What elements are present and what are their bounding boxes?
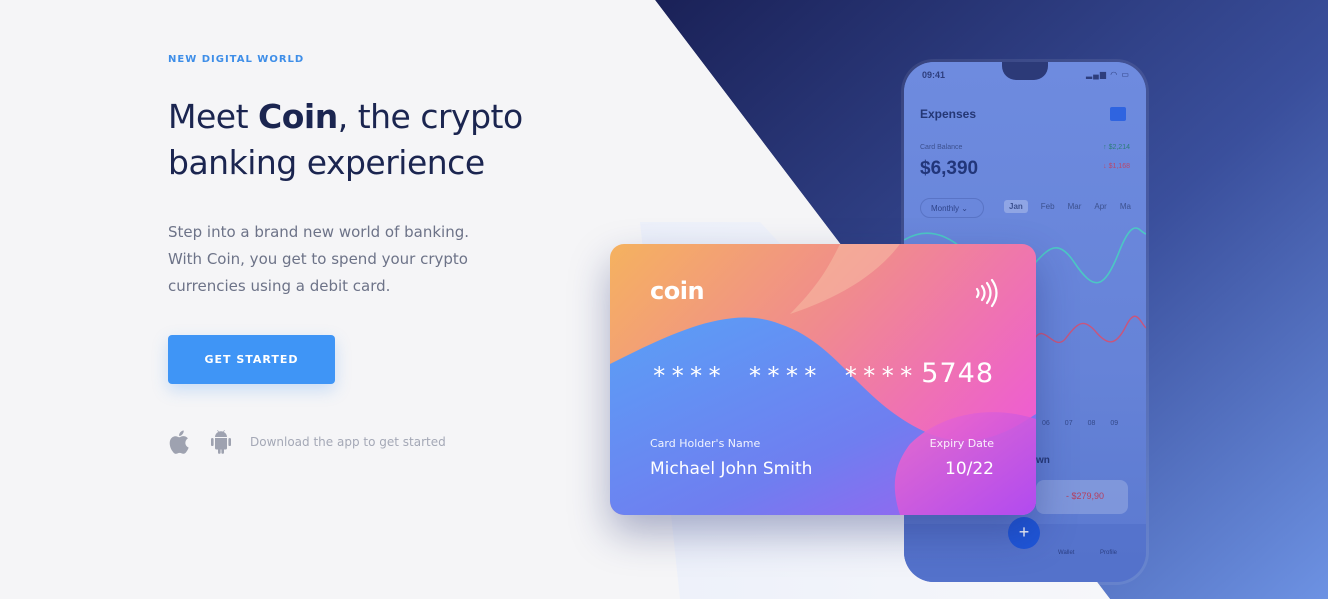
card-number-masked: **** **** **** bbox=[652, 362, 917, 390]
balance-value: $6,390 bbox=[920, 158, 979, 179]
month-tab: Ma bbox=[1119, 202, 1131, 211]
app-download-row: Download the app to get started bbox=[168, 428, 446, 456]
expense-value: ↓ $1,168 bbox=[1103, 163, 1130, 170]
phone-time: 09:41 bbox=[922, 70, 946, 80]
masked-group: **** bbox=[652, 362, 726, 390]
card-last-four: 5748 bbox=[921, 358, 994, 389]
hero-description: Step into a brand new world of banking. … bbox=[168, 219, 498, 300]
month-tab: Apr bbox=[1094, 202, 1107, 211]
phone-notch bbox=[1002, 62, 1048, 80]
download-hint: Download the app to get started bbox=[250, 435, 446, 449]
page-title: Meet Coin, the crypto banking experience bbox=[168, 97, 523, 182]
export-icon bbox=[1110, 107, 1126, 121]
card-brand-logo: coin bbox=[650, 277, 705, 305]
masked-group: **** bbox=[843, 362, 918, 390]
month-tab: Feb bbox=[1040, 202, 1055, 211]
description-line: Step into a brand new world of banking. bbox=[168, 223, 469, 241]
get-started-button[interactable]: GET STARTED bbox=[168, 335, 335, 384]
month-tab: Jan bbox=[1004, 200, 1028, 213]
expiry-label: Expiry Date bbox=[929, 437, 994, 450]
brand-name: Coin bbox=[258, 97, 338, 136]
month-tabs: Jan Feb Mar Apr Ma bbox=[1004, 200, 1131, 213]
add-icon: + bbox=[1008, 517, 1040, 549]
apple-icon[interactable] bbox=[168, 429, 190, 455]
description-line: With Coin, you get to spend your crypto bbox=[168, 250, 468, 268]
description-line: currencies using a debit card. bbox=[168, 277, 391, 295]
signal-wifi-battery-icon: ▂▄▆ ◠ ▭ bbox=[1086, 70, 1130, 79]
card-holder-name: Michael John Smith bbox=[650, 459, 813, 479]
phone-section-heading: wn bbox=[1036, 455, 1050, 466]
income-value: ↑ $2,214 bbox=[1103, 144, 1130, 151]
card-holder-label: Card Holder's Name bbox=[650, 437, 761, 450]
masked-group: **** bbox=[747, 362, 822, 390]
expiry-date: 10/22 bbox=[945, 459, 994, 479]
debit-card: coin **** **** **** 5748 Card Holder's N… bbox=[610, 244, 1036, 515]
balance-label: Card Balance bbox=[920, 144, 963, 151]
phone-screen-title: Expenses bbox=[920, 107, 977, 121]
contactless-icon bbox=[975, 278, 998, 308]
transaction-amount: - $279,90 bbox=[1036, 480, 1128, 514]
period-filter: Monthly ⌄ bbox=[920, 198, 984, 218]
chart-line-red bbox=[1033, 315, 1146, 344]
android-icon[interactable] bbox=[210, 429, 232, 455]
eyebrow-label: NEW DIGITAL WORLD bbox=[168, 54, 305, 65]
day-labels: 06 07 08 09 bbox=[1042, 420, 1119, 427]
nav-label-profile: Profile bbox=[1100, 550, 1118, 556]
month-tab: Mar bbox=[1067, 202, 1082, 211]
nav-label-wallet: Wallet bbox=[1058, 550, 1075, 556]
